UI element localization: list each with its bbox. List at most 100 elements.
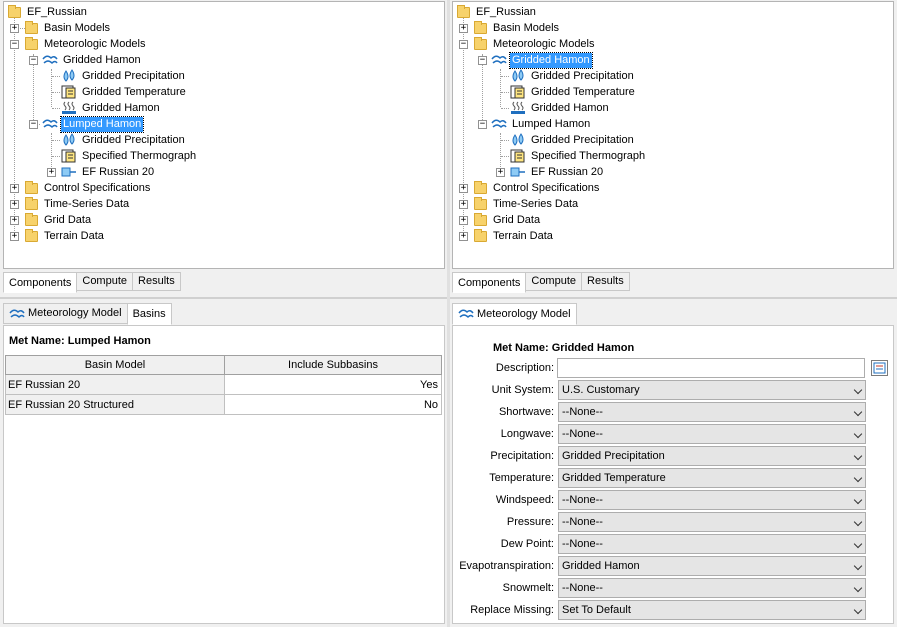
- meteorology-icon: [491, 117, 507, 131]
- tab-components[interactable]: Components: [452, 272, 527, 293]
- shortwave-value: --None--: [562, 406, 603, 418]
- precipitation-icon: [61, 133, 77, 147]
- tree-gh-temperature[interactable]: Gridded Temperature: [510, 84, 637, 100]
- tab-meteorology-model[interactable]: Meteorology Model: [3, 303, 128, 324]
- collapse-icon[interactable]: −: [478, 120, 487, 129]
- dew-point-label: Dew Point:: [500, 538, 554, 550]
- snowmelt-select[interactable]: --None--: [558, 578, 866, 598]
- tab-results[interactable]: Results: [581, 272, 630, 291]
- thermometer-icon: [510, 149, 526, 163]
- expand-icon[interactable]: +: [47, 168, 56, 177]
- shortwave-select[interactable]: --None--: [558, 402, 866, 422]
- description-field[interactable]: [557, 358, 865, 378]
- table-row[interactable]: EF Russian 20 Yes: [5, 374, 442, 395]
- tree-timeseries[interactable]: Time-Series Data: [25, 196, 131, 212]
- precipitation-select[interactable]: Gridded Precipitation: [558, 446, 866, 466]
- tree-root[interactable]: EF_Russian: [457, 4, 538, 20]
- expand-icon[interactable]: +: [10, 184, 19, 193]
- tab-components[interactable]: Components: [3, 272, 78, 293]
- expand-icon[interactable]: +: [10, 200, 19, 209]
- vertical-splitter[interactable]: [447, 0, 450, 627]
- dew-point-select[interactable]: --None--: [558, 534, 866, 554]
- unit-system-row: Unit System: U.S. Customary: [453, 380, 897, 402]
- expand-icon[interactable]: +: [10, 24, 19, 33]
- tree-gh-precipitation[interactable]: Gridded Precipitation: [61, 68, 187, 84]
- tree-gh-evapotranspiration[interactable]: Gridded Hamon: [61, 100, 162, 116]
- longwave-select[interactable]: --None--: [558, 424, 866, 444]
- meteorology-icon: [491, 53, 507, 67]
- tree-lh-basin[interactable]: EF Russian 20: [61, 164, 156, 180]
- table-row[interactable]: EF Russian 20 Structured No: [5, 394, 442, 415]
- tree-lh-thermograph[interactable]: Specified Thermograph: [61, 148, 198, 164]
- temperature-select[interactable]: Gridded Temperature: [558, 468, 866, 488]
- expand-icon[interactable]: +: [10, 216, 19, 225]
- evapotranspiration-select[interactable]: Gridded Hamon: [558, 556, 866, 576]
- snowmelt-value: --None--: [562, 582, 603, 594]
- tab-compute[interactable]: Compute: [525, 272, 583, 291]
- tree-gh-temperature[interactable]: Gridded Temperature: [61, 84, 188, 100]
- tree-lumped-hamon[interactable]: Lumped Hamon: [42, 115, 145, 133]
- unit-system-label: Unit System:: [491, 384, 554, 396]
- collapse-icon[interactable]: −: [459, 40, 468, 49]
- collapse-icon[interactable]: −: [29, 56, 38, 65]
- chevron-down-icon: [853, 495, 863, 505]
- expand-icon[interactable]: +: [10, 232, 19, 241]
- shortwave-label: Shortwave:: [498, 406, 554, 418]
- expand-icon[interactable]: +: [459, 232, 468, 241]
- tree-grid-data[interactable]: Grid Data: [474, 212, 542, 228]
- tree-control-specs[interactable]: Control Specifications: [474, 180, 601, 196]
- thermometer-icon: [61, 149, 77, 163]
- snowmelt-label: Snowmelt:: [502, 582, 554, 594]
- tree-lh-thermograph[interactable]: Specified Thermograph: [510, 148, 647, 164]
- tree-basin-models[interactable]: Basin Models: [474, 20, 561, 36]
- tree-grid-data[interactable]: Grid Data: [25, 212, 93, 228]
- unit-system-select[interactable]: U.S. Customary: [558, 380, 866, 400]
- chevron-down-icon: [853, 517, 863, 527]
- tree-gridded-hamon[interactable]: Gridded Hamon: [42, 52, 143, 68]
- expand-icon[interactable]: +: [496, 168, 505, 177]
- tree-root[interactable]: EF_Russian: [8, 4, 89, 20]
- expand-icon[interactable]: +: [459, 184, 468, 193]
- tree-terrain-data[interactable]: Terrain Data: [474, 228, 555, 244]
- left-editor-tabs: Meteorology Model Basins: [3, 303, 172, 325]
- tab-meteorology-model[interactable]: Meteorology Model: [452, 303, 577, 325]
- dew-point-row: Dew Point: --None--: [453, 534, 897, 556]
- tree-lh-precipitation[interactable]: Gridded Precipitation: [510, 132, 636, 148]
- tree-gridded-hamon[interactable]: Gridded Hamon: [491, 51, 593, 69]
- tab-results[interactable]: Results: [132, 272, 181, 291]
- right-tree-pane: EF_Russian + Basin Models − Meteorologic…: [452, 1, 894, 269]
- collapse-icon[interactable]: −: [29, 120, 38, 129]
- collapse-icon[interactable]: −: [478, 56, 487, 65]
- tab-basins[interactable]: Basins: [126, 303, 172, 325]
- folder-icon: [474, 36, 487, 50]
- collapse-icon[interactable]: −: [10, 40, 19, 49]
- tree-gh-precipitation[interactable]: Gridded Precipitation: [510, 68, 636, 84]
- col-include-subbasins[interactable]: Include Subbasins: [224, 355, 442, 375]
- tree-gh-evapotranspiration[interactable]: Gridded Hamon: [510, 100, 611, 116]
- folder-icon: [474, 196, 487, 210]
- tree-lh-basin[interactable]: EF Russian 20: [510, 164, 605, 180]
- tree-control-specs[interactable]: Control Specifications: [25, 180, 152, 196]
- description-editor-icon[interactable]: [871, 360, 888, 376]
- windspeed-select[interactable]: --None--: [558, 490, 866, 510]
- expand-icon[interactable]: +: [459, 24, 468, 33]
- chevron-down-icon: [853, 473, 863, 483]
- basin-model-icon: [510, 165, 526, 179]
- tree-basin-models[interactable]: Basin Models: [25, 20, 112, 36]
- tree-met-models[interactable]: Meteorologic Models: [25, 36, 148, 52]
- pressure-select[interactable]: --None--: [558, 512, 866, 532]
- precipitation-icon: [510, 133, 526, 147]
- expand-icon[interactable]: +: [459, 200, 468, 209]
- tree-timeseries[interactable]: Time-Series Data: [474, 196, 580, 212]
- col-basin-model[interactable]: Basin Model: [5, 355, 225, 375]
- tab-compute[interactable]: Compute: [76, 272, 134, 291]
- replace-missing-select[interactable]: Set To Default: [558, 600, 866, 620]
- tree-lumped-hamon[interactable]: Lumped Hamon: [491, 116, 592, 132]
- folder-icon: [474, 20, 487, 34]
- tree-met-models[interactable]: Meteorologic Models: [474, 36, 597, 52]
- tree-lh-precipitation[interactable]: Gridded Precipitation: [61, 132, 187, 148]
- right-editor-pane: Met Name: Gridded Hamon Description: Uni…: [452, 325, 894, 624]
- expand-icon[interactable]: +: [459, 216, 468, 225]
- tree-terrain-data[interactable]: Terrain Data: [25, 228, 106, 244]
- evapotranspiration-icon: [61, 101, 77, 115]
